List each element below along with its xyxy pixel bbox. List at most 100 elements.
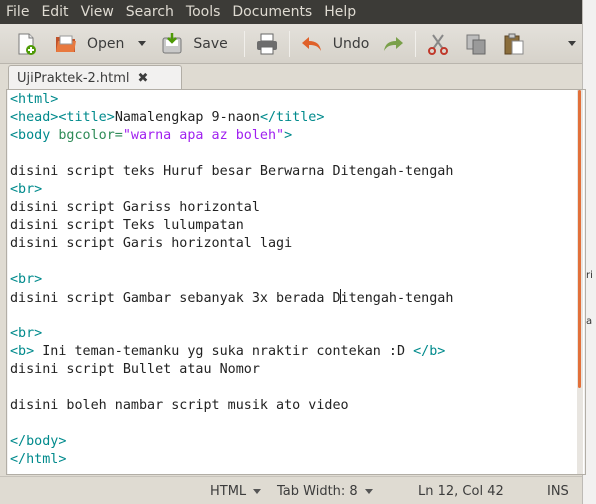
undo-button[interactable]: Undo xyxy=(296,28,374,60)
close-icon[interactable]: ✖ xyxy=(138,71,149,86)
save-label: Save xyxy=(193,35,228,52)
chevron-down-icon xyxy=(138,41,147,46)
code-line: disini script Garis horizontal lagi xyxy=(10,235,453,253)
menu-help[interactable]: Help xyxy=(317,0,361,24)
save-button[interactable]: Save xyxy=(156,28,231,60)
tab-title: UjiPraktek-2.html xyxy=(17,70,130,86)
code-line: <br> xyxy=(10,325,453,343)
new-button[interactable] xyxy=(10,28,42,60)
code-token: <head><title> xyxy=(10,110,115,125)
menu-bar: File Edit View Search Tools Documents He… xyxy=(0,0,582,24)
code-token: <body xyxy=(10,128,59,143)
insert-mode: INS xyxy=(547,484,569,499)
code-token: bgcolor= xyxy=(58,128,123,143)
code-line: disini script Gariss horizontal xyxy=(10,199,453,217)
tab-width-selector[interactable]: Tab Width: 8 xyxy=(277,484,373,499)
code-token: </html> xyxy=(10,452,67,467)
insert-mode-label: INS xyxy=(547,484,569,499)
cut-button[interactable] xyxy=(422,28,454,60)
language-label: HTML xyxy=(210,484,247,499)
code-line: <b> Ini teman-temanku yg suka nraktir co… xyxy=(10,343,453,361)
code-token: itengah-tengah xyxy=(340,291,454,306)
code-token: disini script Gambar sebanyak 3x berada … xyxy=(10,291,341,306)
folder-open-icon xyxy=(54,32,78,56)
language-selector[interactable]: HTML xyxy=(210,484,262,499)
code-line: disini script Bullet atau Nomor xyxy=(10,361,453,379)
menu-tools[interactable]: Tools xyxy=(179,0,226,24)
save-icon xyxy=(160,32,184,56)
cursor-position-label: Ln 12, Col 42 xyxy=(418,484,504,499)
code-token: <br> xyxy=(10,182,43,197)
code-token: > xyxy=(284,128,293,143)
code-token: disini boleh nambar script musik ato vid… xyxy=(10,398,349,413)
code-line: <br> xyxy=(10,181,453,199)
code-token: "warna apa az boleh" xyxy=(122,128,285,143)
chevron-down-icon xyxy=(568,41,577,46)
print-button[interactable] xyxy=(251,28,283,60)
undo-icon xyxy=(300,32,324,56)
open-label: Open xyxy=(87,35,125,52)
menu-view[interactable]: View xyxy=(74,0,119,24)
code-token: disini script Bullet atau Nomor xyxy=(10,362,260,377)
cut-icon xyxy=(426,32,450,56)
code-token: </body> xyxy=(10,434,67,449)
code-token: Namalengkap 9-naon xyxy=(114,110,260,125)
toolbar-separator xyxy=(415,30,417,57)
cursor-position: Ln 12, Col 42 xyxy=(418,484,504,499)
toolbar: Open Save Undo xyxy=(0,24,582,64)
menu-search[interactable]: Search xyxy=(119,0,179,24)
redo-icon xyxy=(381,32,405,56)
code-line: disini boleh nambar script musik ato vid… xyxy=(10,397,453,415)
chevron-down-icon xyxy=(364,489,373,494)
copy-button[interactable] xyxy=(460,28,492,60)
code-token: disini script Teks lulumpatan xyxy=(10,218,244,233)
background-text: ri xyxy=(586,270,593,281)
tab-width-label: Tab Width: 8 xyxy=(277,484,358,499)
open-button[interactable]: Open xyxy=(50,28,128,60)
code-content: <html> <head><title>Namalengkap 9-naon</t… xyxy=(10,91,453,469)
code-token: </title> xyxy=(259,110,325,125)
tab-document[interactable]: UjiPraktek-2.html ✖ xyxy=(8,65,182,90)
toolbar-separator xyxy=(243,30,245,57)
status-bar: HTML Tab Width: 8 Ln 12, Col 42 INS xyxy=(0,476,582,504)
toolbar-separator xyxy=(288,30,290,57)
code-line: <body bgcolor="warna apa az boleh"> xyxy=(10,127,453,145)
code-token: <br> xyxy=(10,272,43,287)
menu-documents[interactable]: Documents xyxy=(225,0,317,24)
text-editor[interactable]: <html> <head><title>Namalengkap 9-naon</t… xyxy=(8,90,584,474)
code-line: disini script Gambar sebanyak 3x berada … xyxy=(10,289,453,307)
print-icon xyxy=(255,32,279,56)
code-token: <b> xyxy=(10,344,35,359)
code-token: </b> xyxy=(413,344,446,359)
code-line: <head><title>Namalengkap 9-naon</title> xyxy=(10,109,453,127)
paste-button[interactable] xyxy=(498,28,530,60)
menu-edit[interactable]: Edit xyxy=(34,0,73,24)
chevron-down-icon xyxy=(253,489,262,494)
code-line: <html> xyxy=(10,91,453,109)
code-line: disini script teks Huruf besar Berwarna … xyxy=(10,163,453,181)
toolbar-overflow-button[interactable] xyxy=(564,28,580,60)
paste-icon xyxy=(502,32,526,56)
code-line: </html> xyxy=(10,451,453,469)
copy-icon xyxy=(464,32,488,56)
vertical-scrollbar[interactable] xyxy=(577,90,583,474)
scrollbar-thumb[interactable] xyxy=(578,90,581,388)
code-token: disini script Garis horizontal lagi xyxy=(10,236,293,251)
tab-strip: UjiPraktek-2.html ✖ xyxy=(0,65,582,90)
code-token: <br> xyxy=(10,326,43,341)
code-line: disini script Teks lulumpatan xyxy=(10,217,453,235)
open-dropdown[interactable] xyxy=(134,28,150,60)
code-token: disini script Gariss horizontal xyxy=(10,200,260,215)
code-line: <br> xyxy=(10,271,453,289)
code-line: </body> xyxy=(10,433,453,451)
code-token: <html> xyxy=(10,92,59,107)
redo-button[interactable] xyxy=(377,28,409,60)
menu-file[interactable]: File xyxy=(0,0,34,24)
background-text: a xyxy=(586,316,593,327)
code-token: disini script teks Huruf besar Berwarna … xyxy=(10,164,454,179)
new-document-icon xyxy=(14,32,38,56)
undo-label: Undo xyxy=(332,35,370,52)
